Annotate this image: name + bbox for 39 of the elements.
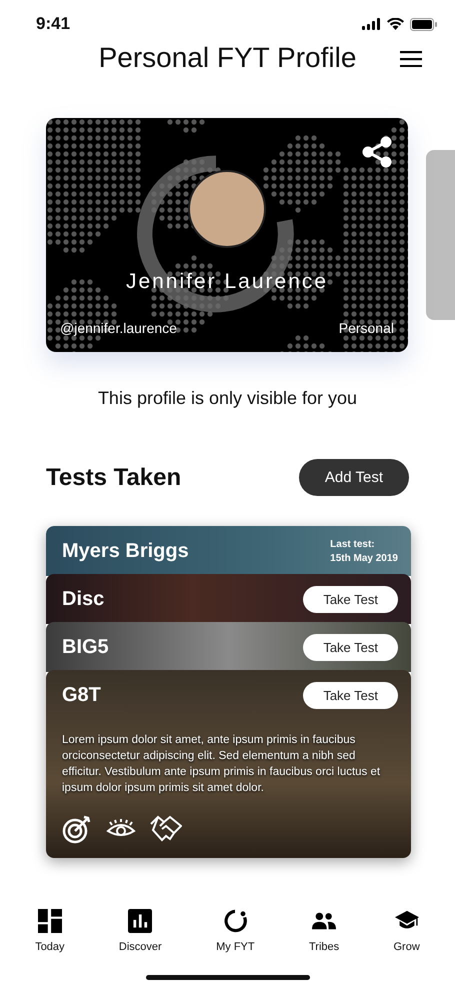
- handshake-icon: [150, 814, 182, 844]
- bar-chart-icon: [128, 909, 152, 933]
- test-description: Lorem ipsum dolor sit amet, ante ipsum primis in faucibus orciconsectetur adipiscing elit. Sed elementum a nibh sed efficitur. Vestibulum ante ipsum primis in faucibus orci luctus et ipsum dolor ipsum primis sit amet dolor.: [62, 733, 382, 796]
- take-test-button[interactable]: Take Test: [303, 682, 398, 708]
- dashboard-icon: [38, 909, 62, 933]
- share-button[interactable]: [362, 136, 392, 168]
- section-title: Tests Taken: [46, 464, 182, 492]
- ring-logo-icon: [223, 909, 248, 933]
- profile-type: Personal: [338, 320, 394, 336]
- test-card[interactable]: [46, 670, 411, 858]
- test-name: G8T: [62, 684, 101, 706]
- profile-name: Jennifer Laurence: [126, 270, 328, 294]
- add-test-button[interactable]: Add Test: [298, 459, 409, 496]
- signal-icon: [362, 18, 381, 30]
- test-card[interactable]: Disc Take Test: [46, 574, 411, 624]
- tab-bar-item[interactable]: Tribes: [308, 909, 340, 953]
- battery-icon: [410, 18, 437, 30]
- eye-icon: [106, 819, 136, 839]
- tab-bar-item[interactable]: Grow: [394, 909, 420, 953]
- test-name: Disc: [62, 588, 104, 610]
- take-test-button[interactable]: Take Test: [303, 586, 398, 612]
- target-icon: [62, 814, 92, 844]
- status-time: 9:41: [36, 14, 70, 34]
- profile-handle: @jennifer.laurence: [60, 320, 177, 336]
- tab-bar-item[interactable]: Today: [35, 909, 65, 953]
- visibility-note: This profile is only visible for you: [96, 388, 358, 409]
- test-card[interactable]: Myers Briggs Last test: 15th May 2019: [46, 526, 411, 576]
- page-title: Personal FYT Profile: [98, 42, 356, 74]
- profile-card[interactable]: Jennifer Laurence @jennifer.laurence Personal: [46, 118, 408, 352]
- test-name: BIG5: [62, 636, 109, 658]
- test-card[interactable]: BIG5 Take Test: [46, 622, 411, 672]
- take-test-button[interactable]: Take Test: [303, 634, 398, 660]
- last-test-label: Last test:: [330, 538, 376, 550]
- tab-bar-item[interactable]: Discover: [118, 909, 162, 953]
- wifi-icon: [387, 18, 404, 30]
- menu-button[interactable]: [400, 50, 422, 67]
- tab-bar-item[interactable]: My FYT: [216, 909, 255, 953]
- test-name: Myers Briggs: [62, 540, 189, 562]
- last-test-date: 15th May 2019: [330, 552, 398, 564]
